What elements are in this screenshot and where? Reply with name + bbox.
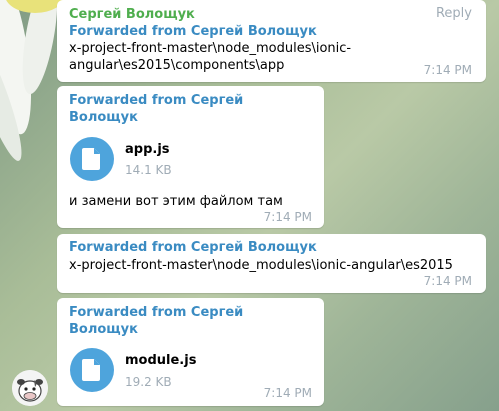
message-bubble[interactable]: Forwarded from Сергей Волощук module.js … <box>57 298 324 406</box>
file-size: 19.2 KB <box>125 375 172 389</box>
forwarded-from-label[interactable]: Forwarded from Сергей Волощук <box>69 239 317 256</box>
file-name[interactable]: module.js <box>125 353 196 368</box>
message-text: и замени вот этим файлом там <box>69 194 283 209</box>
message-text-line: x-project-front-master\node_modules\ioni… <box>69 41 352 56</box>
forwarded-from-label[interactable]: Forwarded from Сергей Волощук <box>69 23 317 40</box>
file-size: 14.1 KB <box>125 163 172 177</box>
message-time: 7:14 PM <box>263 386 312 400</box>
file-name[interactable]: app.js <box>125 142 170 157</box>
document-glyph-icon <box>82 148 100 170</box>
message-bubble[interactable]: Forwarded from Сергей Волощук x-project-… <box>57 234 486 293</box>
message-time: 7:14 PM <box>263 210 312 224</box>
message-time: 7:14 PM <box>423 274 472 288</box>
sender-avatar[interactable] <box>12 370 48 406</box>
document-icon[interactable] <box>70 348 114 392</box>
message-bubble[interactable]: Forwarded from Сергей Волощук app.js 14.… <box>57 86 324 228</box>
document-glyph-icon <box>82 359 100 381</box>
cow-avatar-icon <box>12 370 48 406</box>
document-icon[interactable] <box>70 137 114 181</box>
message-text-line: angular\es2015\components\app <box>69 58 285 73</box>
message-time: 7:14 PM <box>423 63 472 77</box>
message-bubble[interactable]: Сергей Волощук Reply Forwarded from Серг… <box>57 0 486 82</box>
forwarded-from-label[interactable]: Forwarded from Сергей <box>69 304 243 321</box>
forwarded-from-label[interactable]: Волощук <box>69 321 138 338</box>
forwarded-from-label[interactable]: Волощук <box>69 109 138 126</box>
sender-name[interactable]: Сергей Волощук <box>69 6 195 23</box>
message-text: x-project-front-master\node_modules\ioni… <box>69 258 453 273</box>
forwarded-from-label[interactable]: Forwarded from Сергей <box>69 92 243 109</box>
reply-button[interactable]: Reply <box>436 6 472 21</box>
